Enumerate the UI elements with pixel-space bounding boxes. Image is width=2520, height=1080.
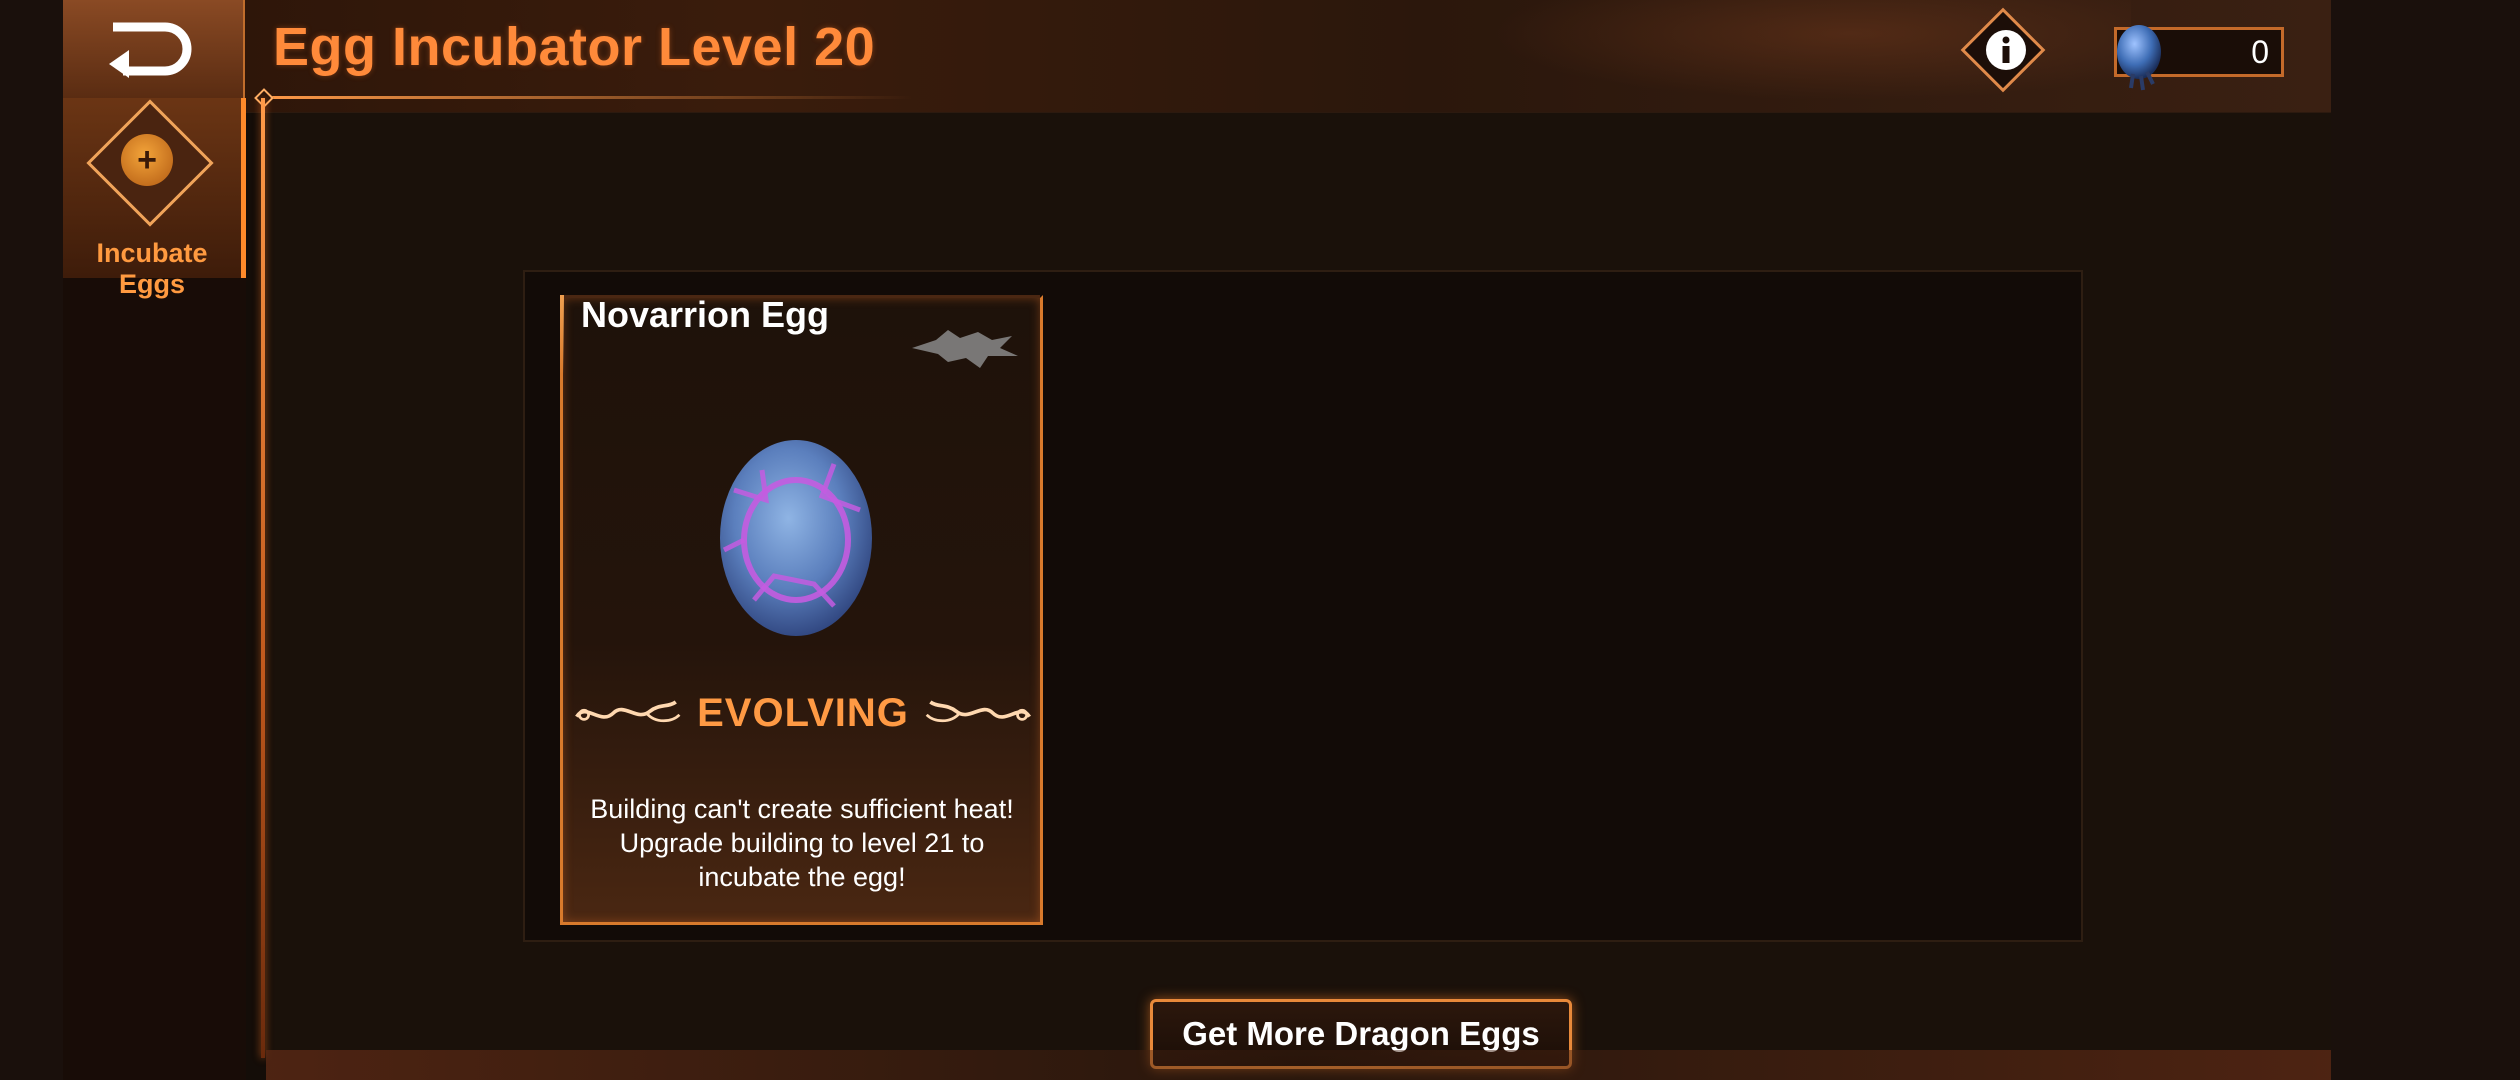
dragon-egg-icon xyxy=(2117,25,2161,91)
bottom-decoration xyxy=(266,1050,2331,1080)
sidebar: + Incubate Eggs xyxy=(63,98,246,1080)
card-accent xyxy=(560,295,564,375)
left-letterbox xyxy=(0,0,63,1080)
egg-name: Novarrion Egg xyxy=(581,294,830,335)
sidebar-item-incubate-eggs[interactable]: + Incubate Eggs xyxy=(63,98,246,299)
dragon-silhouette-icon xyxy=(912,330,1018,368)
status-label: EVOLVING xyxy=(697,690,909,735)
title-underline xyxy=(263,96,913,99)
game-screen: Egg Incubator Level 20 + Incubate Eggs 0 xyxy=(63,0,2331,1080)
sidebar-divider xyxy=(261,98,265,1058)
right-letterbox xyxy=(2331,0,2520,1080)
egg-status-message: Building can't create sufficient heat! U… xyxy=(590,794,1014,892)
left-ornament-icon xyxy=(575,700,681,723)
back-arrow-icon xyxy=(109,22,192,78)
sidebar-item-label: Incubate Eggs xyxy=(96,238,208,299)
page-title: Egg Incubator Level 20 xyxy=(273,17,876,77)
back-button[interactable] xyxy=(63,0,245,98)
status-banner: EVOLVING xyxy=(573,688,1033,738)
blue-egg-icon xyxy=(720,440,872,636)
right-ornament-icon xyxy=(925,700,1031,723)
plus-coin-icon: + xyxy=(121,134,173,186)
info-icon[interactable] xyxy=(1978,22,2034,78)
